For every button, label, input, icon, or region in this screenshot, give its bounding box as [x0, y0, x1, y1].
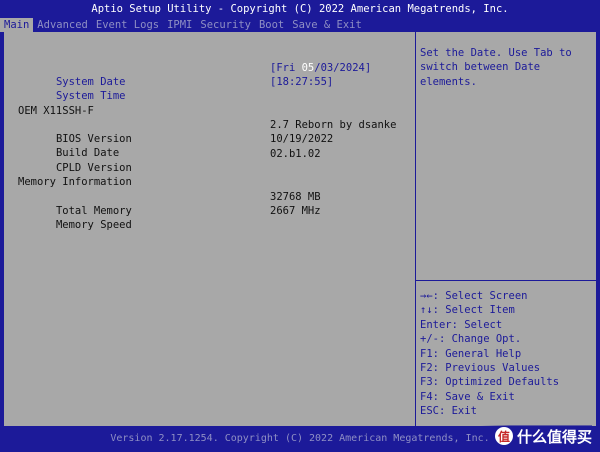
- tab-save-exit[interactable]: Save & Exit: [288, 18, 366, 32]
- main-panel: System Date [Fri 05/03/2024] System Time…: [4, 32, 596, 426]
- system-time-label: System Time: [55, 90, 126, 102]
- system-date-suffix: /03/2024]: [314, 62, 372, 74]
- watermark-text: 什么值得买: [516, 427, 592, 446]
- key-general-help: F1: General Help: [420, 347, 522, 360]
- key-enter: Enter: Select: [420, 318, 503, 331]
- key-change-opt: +/-: Change Opt.: [420, 333, 522, 346]
- cpld-version-row: CPLD Version 02.b1.02: [18, 147, 321, 174]
- system-date-value[interactable]: [Fri 05/03/2024]: [270, 61, 371, 75]
- memory-info-header: Memory Information: [18, 176, 132, 188]
- key-legend: →←: Select Screen ↑↓: Select Item Enter:…: [420, 289, 559, 419]
- help-line: switch between Date: [420, 61, 541, 74]
- board-model: OEM X11SSH-F: [18, 105, 94, 117]
- key-esc-exit: ESC: Exit: [420, 405, 477, 418]
- help-pane: Set the Date. Use Tab to switch between …: [416, 32, 596, 426]
- memory-speed-row: Memory Speed 2667 MHz: [18, 204, 321, 231]
- tab-boot[interactable]: Boot: [255, 18, 288, 32]
- help-line: Set the Date. Use Tab to: [420, 47, 572, 59]
- cpld-version-label: CPLD Version: [55, 162, 132, 174]
- tab-main[interactable]: Main: [0, 18, 34, 32]
- system-date-prefix: [Fri: [270, 62, 302, 74]
- system-date-selected-field[interactable]: 05: [302, 62, 315, 74]
- tab-event-logs[interactable]: Event Logs: [92, 18, 163, 32]
- help-line: elements.: [420, 75, 477, 88]
- tab-ipmi[interactable]: IPMI: [163, 18, 196, 32]
- system-time-value[interactable]: [18:27:55]: [270, 75, 333, 89]
- tab-bar: Main Advanced Event Logs IPMI Security Boot Sa…: [0, 18, 600, 32]
- key-optimized-defaults: F3: Optimized Defaults: [420, 376, 560, 389]
- system-time-row[interactable]: System Time [18:27:55]: [18, 75, 333, 102]
- help-text: Set the Date. Use Tab to switch between …: [420, 46, 592, 89]
- memory-speed-label: Memory Speed: [55, 219, 132, 231]
- key-select-item: ↑↓: Select Item: [420, 304, 515, 317]
- bios-version-row: BIOS Version 2.7 Reborn by dsanke: [18, 118, 397, 145]
- build-date-value: 10/19/2022: [270, 133, 334, 145]
- memory-speed-value: 2667 MHz: [270, 205, 321, 217]
- tab-security[interactable]: Security: [196, 18, 255, 32]
- site-watermark: 值 什么值得买: [480, 425, 592, 447]
- total-memory-value: 32768 MB: [270, 191, 321, 203]
- system-date-row[interactable]: System Date [Fri 05/03/2024]: [18, 61, 371, 88]
- watermark-logo-icon: 值: [494, 427, 513, 445]
- window-title: Aptio Setup Utility - Copyright (C) 2022…: [91, 3, 509, 15]
- key-select-screen: →←: Select Screen: [420, 290, 528, 302]
- key-save-exit: F4: Save & Exit: [420, 390, 515, 403]
- divider: [416, 280, 596, 281]
- key-previous-values: F2: Previous Values: [420, 362, 541, 375]
- total-memory-row: Total Memory 32768 MB: [18, 190, 321, 217]
- build-date-row: Build Date 10/19/2022: [18, 132, 333, 159]
- bios-version-value: 2.7 Reborn by dsanke: [270, 119, 397, 131]
- cpld-version-value: 02.b1.02: [270, 148, 321, 160]
- settings-pane: System Date [Fri 05/03/2024] System Time…: [4, 32, 416, 426]
- tab-advanced[interactable]: Advanced: [33, 18, 92, 32]
